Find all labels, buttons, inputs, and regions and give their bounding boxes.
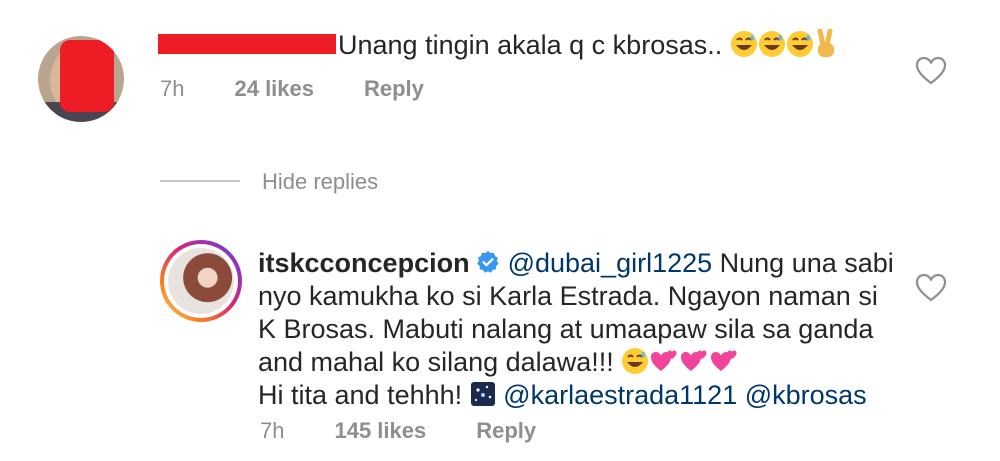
reply-button[interactable]: Reply [476,418,536,443]
redacted-username [158,33,336,54]
two-hearts-emoji [651,350,677,371]
comments-section: Unang tingin akala q c kbrosas.. 7h 24 li… [0,0,1000,461]
mention-link[interactable]: @kbrosas [745,380,867,410]
comment-body: Unang tingin akala q c kbrosas.. [338,30,723,60]
two-hearts-emoji [711,350,737,371]
heart-icon[interactable] [915,273,947,303]
reply-comment-text: itskcconcepcion @dubai_girl1225 Nung una … [258,247,898,412]
heart-icon[interactable] [915,56,947,86]
comment-text: Unang tingin akala q c kbrosas.. [158,28,838,62]
likes-count[interactable]: 145 likes [334,418,426,443]
mention-link[interactable]: @dubai_girl1225 [508,248,713,278]
timestamp: 7h [260,418,285,443]
grinning-sweat-emoji [622,347,649,374]
night-sky-stars-emoji [470,381,495,406]
avatar [168,248,234,314]
timestamp: 7h [160,76,185,101]
comment-body-line: Hi tita and tehhh! [258,380,470,410]
verified-badge-icon [476,250,499,273]
likes-count[interactable]: 24 likes [234,76,314,101]
two-hearts-emoji [681,350,707,371]
mention-link[interactable]: @karlaestrada1121 [503,380,737,410]
victory-hand-emoji [817,28,834,57]
reply-meta: 7h 145 likes Reply [260,418,586,444]
hide-replies-button[interactable]: Hide replies [262,169,378,195]
username[interactable]: itskcconcepcion [258,248,470,278]
redaction-mark [60,40,114,112]
grinning-sweat-emoji [786,30,813,57]
grinning-sweat-emoji [758,30,785,57]
comment-meta: 7h 24 likes Reply [160,76,474,102]
reply-button[interactable]: Reply [364,76,424,101]
avatar[interactable] [38,36,124,122]
divider-line [160,180,240,182]
grinning-sweat-emoji [730,30,757,57]
avatar-story-ring[interactable] [160,240,242,322]
